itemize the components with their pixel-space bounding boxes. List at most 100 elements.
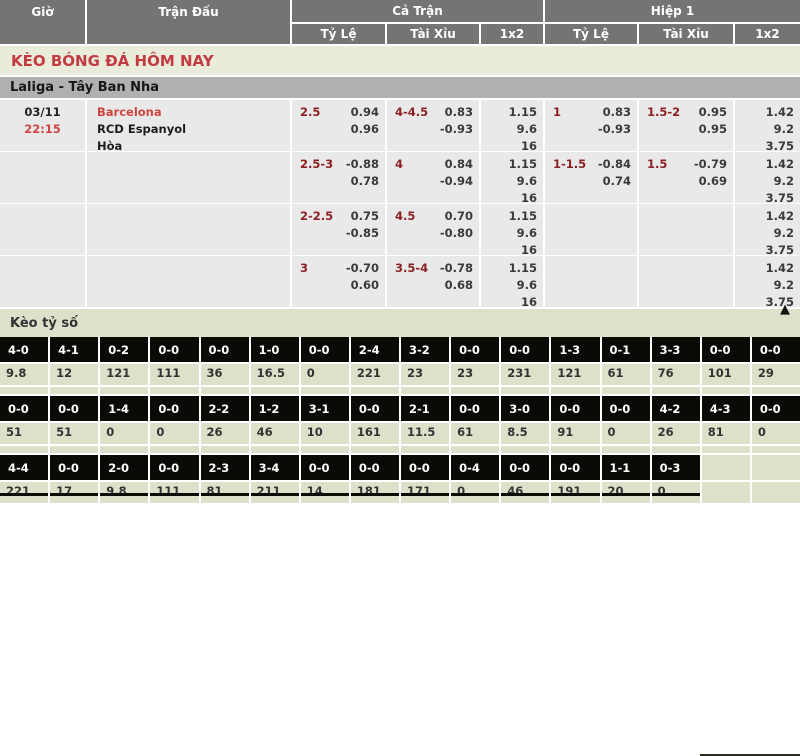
h1-handicap-cell[interactable] (545, 256, 637, 307)
ft-1x2-cell[interactable]: 1.159.616 (481, 100, 543, 151)
score-cell[interactable]: 2-3 (201, 455, 249, 480)
league-bar[interactable]: Laliga - Tây Ban Nha (0, 77, 800, 98)
score-cell[interactable]: 4-3 (702, 396, 750, 421)
score-cell[interactable]: 0-2 (100, 337, 148, 362)
score-cell[interactable]: 0-1 (602, 337, 650, 362)
score-cell[interactable]: 4-4 (0, 455, 48, 480)
score-cell[interactable]: 0-0 (150, 455, 198, 480)
score-cell[interactable]: 0-0 (551, 396, 599, 421)
score-cell[interactable]: 3-1 (301, 396, 349, 421)
score-cell[interactable]: 2-4 (351, 337, 399, 362)
ft-1x2-cell[interactable]: 1.159.616 (481, 152, 543, 203)
score-odds-cell[interactable]: 9.8 (0, 364, 48, 385)
h1-overunder-cell[interactable] (639, 256, 733, 307)
score-odds-cell[interactable]: 36 (201, 364, 249, 385)
score-cell[interactable]: 0-0 (501, 455, 549, 480)
ft-handicap-cell[interactable]: 2-2.50.75-0.85 (292, 204, 385, 255)
score-cell[interactable]: 0-0 (351, 396, 399, 421)
score-odds-cell[interactable]: 121 (100, 364, 148, 385)
score-cell[interactable]: 1-3 (551, 337, 599, 362)
scroll-top-button[interactable]: ▲ (780, 303, 790, 317)
score-odds-cell[interactable]: 0 (301, 364, 349, 385)
score-odds-cell[interactable]: 81 (702, 423, 750, 444)
score-cell[interactable]: 0-3 (652, 455, 700, 480)
score-odds-cell[interactable]: 26 (652, 423, 700, 444)
ft-handicap-cell[interactable]: 2.5-3-0.880.78 (292, 152, 385, 203)
score-odds-cell[interactable]: 161 (351, 423, 399, 444)
score-cell[interactable]: 3-3 (652, 337, 700, 362)
score-cell[interactable]: 0-0 (201, 337, 249, 362)
score-cell[interactable]: 0-0 (501, 337, 549, 362)
score-cell[interactable]: 0-4 (451, 455, 499, 480)
score-cell[interactable]: 0-0 (602, 396, 650, 421)
score-cell[interactable]: 4-2 (652, 396, 700, 421)
score-cell[interactable]: 2-2 (201, 396, 249, 421)
score-cell[interactable]: 0-0 (301, 337, 349, 362)
score-cell[interactable]: 4-0 (0, 337, 48, 362)
score-cell[interactable]: 1-0 (251, 337, 299, 362)
score-cell[interactable]: 0-0 (752, 396, 800, 421)
score-cell[interactable]: 3-0 (501, 396, 549, 421)
h1-1x2-cell[interactable]: 1.429.23.75 (735, 100, 800, 151)
score-cell[interactable]: 2-1 (401, 396, 449, 421)
score-odds-cell[interactable]: 29 (752, 364, 800, 385)
score-odds-cell[interactable]: 10 (301, 423, 349, 444)
ft-overunder-cell[interactable]: 4-4.50.83-0.93 (387, 100, 479, 151)
h1-handicap-cell[interactable]: 1-1.5-0.840.74 (545, 152, 637, 203)
ft-handicap-cell[interactable]: 3-0.700.60 (292, 256, 385, 307)
score-cell[interactable]: 0-0 (50, 455, 98, 480)
h1-overunder-cell[interactable]: 1.5-20.950.95 (639, 100, 733, 151)
score-cell[interactable]: 4-1 (50, 337, 98, 362)
score-odds-cell[interactable]: 23 (401, 364, 449, 385)
score-odds-cell[interactable]: 23 (451, 364, 499, 385)
score-cell[interactable]: 1-4 (100, 396, 148, 421)
score-cell[interactable]: 0-0 (451, 337, 499, 362)
score-cell[interactable]: 0-0 (150, 337, 198, 362)
score-cell[interactable]: 1-1 (602, 455, 650, 480)
score-odds-cell[interactable]: 76 (652, 364, 700, 385)
score-cell[interactable]: 0-0 (0, 396, 48, 421)
score-cell[interactable]: 0-0 (551, 455, 599, 480)
score-odds-cell[interactable]: 61 (451, 423, 499, 444)
score-odds-cell[interactable]: 0 (752, 423, 800, 444)
score-cell[interactable]: 0-0 (351, 455, 399, 480)
score-odds-cell[interactable]: 221 (351, 364, 399, 385)
h1-handicap-cell[interactable] (545, 204, 637, 255)
score-odds-cell[interactable]: 12 (50, 364, 98, 385)
score-cell[interactable]: 0-0 (150, 396, 198, 421)
score-odds-cell[interactable]: 46 (251, 423, 299, 444)
score-cell[interactable]: 0-0 (301, 455, 349, 480)
score-cell[interactable]: 2-0 (100, 455, 148, 480)
h1-1x2-cell[interactable]: 1.429.23.75 (735, 204, 800, 255)
ft-overunder-cell[interactable]: 3.5-4-0.780.68 (387, 256, 479, 307)
score-odds-cell[interactable]: 231 (501, 364, 549, 385)
h1-overunder-cell[interactable] (639, 204, 733, 255)
h1-overunder-cell[interactable]: 1.5-0.790.69 (639, 152, 733, 203)
ft-overunder-cell[interactable]: 4.50.70-0.80 (387, 204, 479, 255)
score-cell[interactable]: 3-4 (251, 455, 299, 480)
score-cell[interactable]: 1-2 (251, 396, 299, 421)
ft-handicap-cell[interactable]: 2.50.940.96 (292, 100, 385, 151)
ft-overunder-cell[interactable]: 40.84-0.94 (387, 152, 479, 203)
score-odds-cell[interactable]: 0 (602, 423, 650, 444)
score-odds-cell[interactable]: 91 (551, 423, 599, 444)
score-cell[interactable]: 3-2 (401, 337, 449, 362)
score-odds-cell[interactable]: 121 (551, 364, 599, 385)
score-odds-cell[interactable]: 8.5 (501, 423, 549, 444)
score-cell[interactable]: 0-0 (702, 337, 750, 362)
score-odds-cell[interactable]: 101 (702, 364, 750, 385)
h1-handicap-cell[interactable]: 10.83-0.93 (545, 100, 637, 151)
score-odds-cell[interactable]: 11.5 (401, 423, 449, 444)
score-odds-cell[interactable]: 16.5 (251, 364, 299, 385)
score-odds-cell[interactable]: 0 (100, 423, 148, 444)
score-odds-cell[interactable]: 0 (150, 423, 198, 444)
ft-1x2-cell[interactable]: 1.159.616 (481, 204, 543, 255)
score-cell[interactable]: 0-0 (50, 396, 98, 421)
ft-1x2-cell[interactable]: 1.159.616 (481, 256, 543, 307)
score-odds-cell[interactable]: 111 (150, 364, 198, 385)
score-cell[interactable]: 0-0 (752, 337, 800, 362)
score-odds-cell[interactable]: 51 (50, 423, 98, 444)
score-cell[interactable]: 0-0 (451, 396, 499, 421)
h1-1x2-cell[interactable]: 1.429.23.75 (735, 152, 800, 203)
score-odds-cell[interactable]: 61 (602, 364, 650, 385)
